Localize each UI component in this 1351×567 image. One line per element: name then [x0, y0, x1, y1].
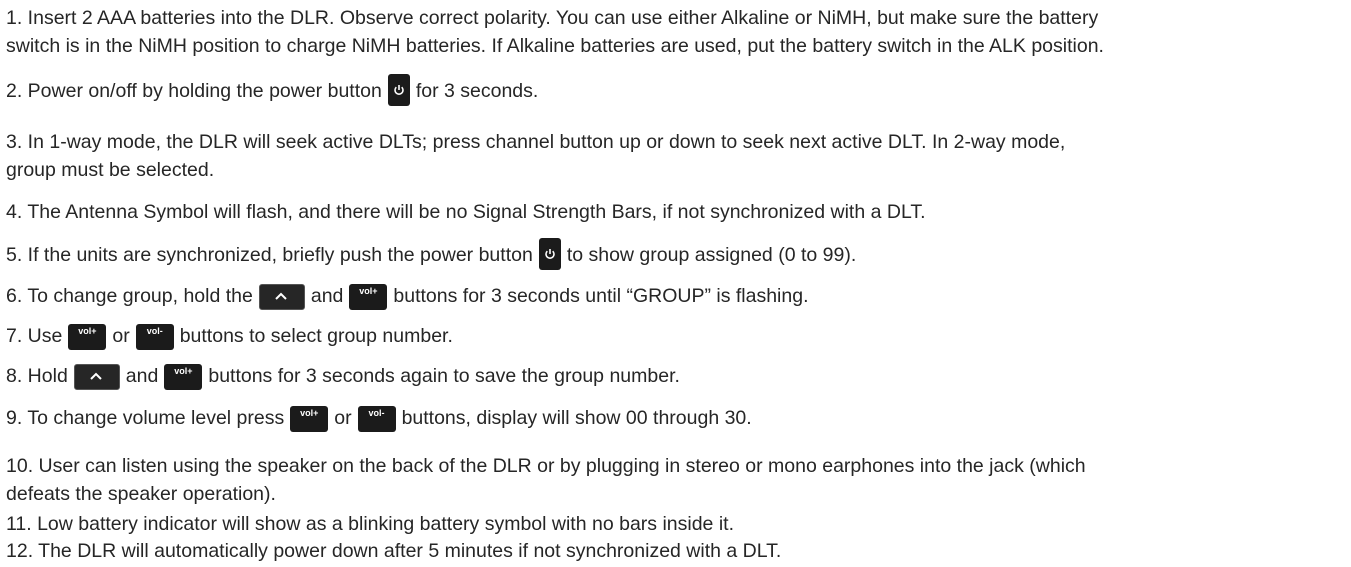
step-8-text-c: buttons for 3 seconds again to save the … [208, 365, 680, 387]
power-button-image [387, 74, 410, 106]
chevron-up-icon [90, 372, 102, 380]
vol-plus-label: vol+ [300, 407, 319, 418]
step-10: 10. User can listen using the speaker on… [6, 452, 1086, 508]
step-11: 11. Low battery indicator will show as a… [6, 510, 734, 538]
step-5-text-a: 5. If the units are synchronized, briefl… [6, 244, 533, 267]
step-7-text-a: 7. Use [6, 325, 63, 347]
step-6: 6. To change group, hold the and vol+ butto… [6, 282, 809, 310]
step-2-text-a: 2. Power on/off by holding the power but… [6, 80, 382, 103]
step-11-text: 11. Low battery indicator will show as a… [6, 513, 734, 535]
step-12-text: 12. The DLR will automatically power dow… [6, 540, 782, 562]
vol-plus-button-image: vol+ [349, 283, 388, 310]
step-5: 5. If the units are synchronized, briefl… [6, 238, 857, 272]
vol-plus-label: vol+ [359, 285, 378, 296]
vol-plus-label: vol+ [174, 365, 193, 376]
step-4-text: 4. The Antenna Symbol will flash, and th… [6, 201, 926, 223]
step-8-text-b: and [125, 365, 159, 387]
vol-plus-button-image: vol+ [164, 363, 203, 390]
vol-minus-button-image: vol- [135, 323, 174, 350]
up-button-image [258, 283, 305, 310]
vol-minus-button-image: vol- [357, 405, 396, 432]
step-6-text-c: buttons for 3 seconds until “GROUP” is f… [393, 285, 809, 307]
step-6-text-b: and [310, 285, 344, 307]
step-12: 12. The DLR will automatically power dow… [6, 537, 781, 565]
step-3-line-1: 3. In 1-way mode, the DLR will seek acti… [6, 131, 1066, 153]
vol-plus-button-image: vol+ [290, 405, 329, 432]
up-button-image [73, 363, 120, 390]
vol-minus-label: vol- [146, 325, 163, 336]
step-1-line-1: 1. Insert 2 AAA batteries into the DLR. … [6, 7, 1099, 29]
power-icon [545, 249, 555, 259]
step-9-text-a: 9. To change volume level press [6, 407, 285, 429]
step-7: 7. Use vol+ or vol-buttons to select group … [6, 322, 453, 350]
vol-plus-label: vol+ [78, 325, 97, 336]
vol-minus-label: vol- [368, 407, 385, 418]
step-9-text-c: buttons, display will show 00 through 30… [401, 407, 752, 429]
chevron-up-icon [275, 292, 287, 300]
step-8: 8. Hold and vol+ buttons for 3 seconds agai… [6, 362, 680, 390]
step-1: 1. Insert 2 AAA batteries into the DLR. … [6, 4, 1104, 60]
step-2: 2. Power on/off by holding the power but… [6, 74, 539, 108]
step-6-text-a: 6. To change group, hold the [6, 285, 253, 307]
step-8-text-a: 8. Hold [6, 365, 68, 387]
step-7-text-b: or [112, 325, 130, 347]
step-9-text-b: or [334, 407, 352, 429]
vol-plus-button-image: vol+ [68, 323, 107, 350]
power-icon [394, 85, 404, 95]
step-9: 9. To change volume level press vol+ or vol… [6, 404, 752, 432]
step-5-text-b: to show group assigned (0 to 99). [566, 244, 857, 267]
step-1-line-2: switch is in the NiMH position to charge… [6, 35, 1104, 57]
step-3: 3. In 1-way mode, the DLR will seek acti… [6, 128, 1065, 184]
step-10-line-2: defeats the speaker operation). [6, 483, 276, 505]
power-button-image [538, 238, 561, 270]
step-2-text-b: for 3 seconds. [415, 80, 539, 103]
step-3-line-2: group must be selected. [6, 159, 215, 181]
step-10-line-1: 10. User can listen using the speaker on… [6, 455, 1086, 477]
step-4: 4. The Antenna Symbol will flash, and th… [6, 198, 926, 226]
step-7-text-c: buttons to select group number. [179, 325, 453, 347]
